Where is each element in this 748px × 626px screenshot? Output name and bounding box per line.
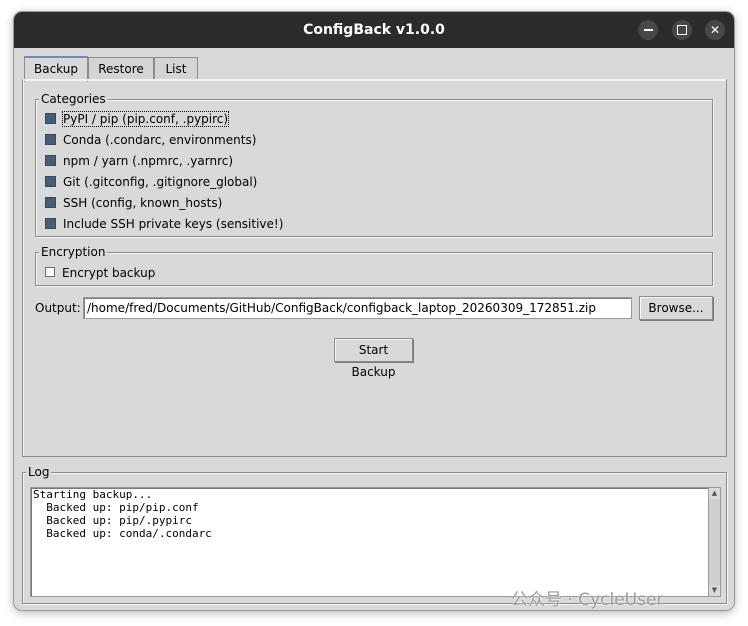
- checkbox-indicator: [45, 217, 56, 229]
- log-scrollbar[interactable]: ▲ ▼: [708, 487, 721, 597]
- tab-list-label: List: [165, 62, 187, 76]
- category-npm-checkbox[interactable]: npm / yarn (.npmrc, .yarnrc): [45, 151, 233, 171]
- category-pypi-label: PyPI / pip (pip.conf, .pypirc): [61, 111, 230, 127]
- category-pypi-checkbox[interactable]: PyPI / pip (pip.conf, .pypirc): [45, 109, 230, 129]
- log-line: Starting backup...: [33, 488, 153, 501]
- tab-list[interactable]: List: [154, 57, 198, 80]
- window-title: ConfigBack v1.0.0: [303, 22, 445, 38]
- checkbox-indicator: [45, 267, 55, 277]
- category-ssh-private-keys-checkbox[interactable]: Include SSH private keys (sensitive!): [45, 214, 283, 234]
- checkbox-indicator: [45, 196, 56, 208]
- checkbox-indicator: [45, 154, 56, 166]
- log-line: Backed up: pip/.pypirc: [33, 514, 192, 527]
- tab-backup-label: Backup: [34, 62, 78, 76]
- scroll-down-arrow-icon[interactable]: ▼: [709, 585, 720, 596]
- tab-restore[interactable]: Restore: [88, 57, 154, 80]
- category-ssh-private-keys-label: Include SSH private keys (sensitive!): [63, 217, 284, 231]
- start-backup-button[interactable]: Start Backup: [334, 338, 413, 379]
- checkbox-indicator: [45, 133, 56, 145]
- category-ssh-label: SSH (config, known_hosts): [63, 196, 223, 210]
- checkbox-indicator: [45, 175, 56, 187]
- category-ssh-checkbox[interactable]: SSH (config, known_hosts): [45, 193, 222, 213]
- encrypt-backup-label: Encrypt backup: [62, 266, 156, 280]
- close-icon: ✕: [709, 23, 721, 37]
- encryption-legend: Encryption: [39, 245, 108, 259]
- tab-restore-label: Restore: [98, 62, 144, 76]
- category-conda-checkbox[interactable]: Conda (.condarc, environments): [45, 130, 256, 150]
- minimize-button[interactable]: [638, 20, 658, 40]
- category-git-label: Git (.gitconfig, .gitignore_global): [63, 175, 258, 189]
- output-path-field[interactable]: /home/fred/Documents/GitHub/ConfigBack/c…: [83, 297, 632, 319]
- maximize-button[interactable]: [672, 20, 692, 40]
- backup-panel: Categories PyPI / pip (pip.conf, .pypirc…: [22, 79, 727, 457]
- encrypt-backup-checkbox[interactable]: Encrypt backup: [45, 263, 155, 283]
- encryption-group: Encryption Encrypt backup: [35, 245, 713, 286]
- watermark: 公众号 · CycleUser: [511, 590, 664, 610]
- output-label: Output:: [35, 301, 81, 315]
- title-bar[interactable]: ConfigBack v1.0.0 ✕: [14, 12, 734, 48]
- category-npm-label: npm / yarn (.npmrc, .yarnrc): [63, 154, 234, 168]
- log-line: Backed up: pip/pip.conf: [33, 501, 199, 514]
- browse-button[interactable]: Browse...: [639, 296, 713, 320]
- log-text-area[interactable]: Starting backup... Backed up: pip/pip.co…: [30, 487, 710, 597]
- minimize-icon: [643, 28, 653, 31]
- maximize-icon: [677, 24, 687, 35]
- category-conda-label: Conda (.condarc, environments): [63, 133, 257, 147]
- log-legend: Log: [26, 465, 52, 479]
- categories-group: Categories PyPI / pip (pip.conf, .pypirc…: [35, 92, 713, 237]
- categories-legend: Categories: [39, 92, 108, 106]
- checkbox-indicator: [45, 112, 56, 124]
- log-line: Backed up: conda/.condarc: [33, 527, 212, 540]
- category-git-checkbox[interactable]: Git (.gitconfig, .gitignore_global): [45, 172, 257, 192]
- scroll-up-arrow-icon[interactable]: ▲: [709, 488, 720, 499]
- app-window: ConfigBack v1.0.0 ✕ Backup Restore List …: [14, 12, 734, 610]
- close-button[interactable]: ✕: [705, 20, 725, 40]
